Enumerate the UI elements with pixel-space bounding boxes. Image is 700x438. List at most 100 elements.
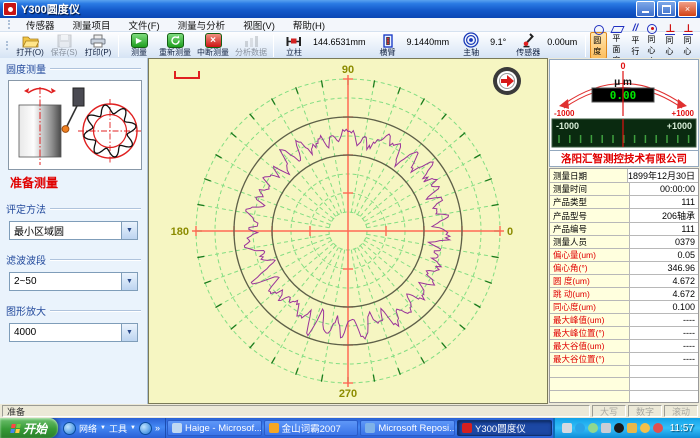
row-15-label bbox=[550, 366, 630, 377]
refresh-icon bbox=[167, 34, 184, 48]
windows-flag-icon bbox=[10, 424, 21, 433]
chevron-down-icon[interactable]: ▼ bbox=[130, 425, 136, 431]
app-icon bbox=[172, 423, 182, 433]
axis-3-icon-button[interactable]: 传感器 bbox=[511, 33, 545, 59]
dropdown-0[interactable]: 最小区域圆▼ bbox=[9, 221, 138, 240]
taskbar-task-1[interactable]: 金山词霸2007 bbox=[264, 420, 359, 436]
quick-launch-工具[interactable]: 工具 bbox=[109, 422, 127, 435]
row-14-label: 最大谷位置(°) bbox=[550, 353, 630, 365]
meter-arc-min: -1000 bbox=[554, 109, 575, 118]
table-row-14: 最大谷位置(°)---- bbox=[550, 353, 698, 366]
axis-2-icon-button[interactable]: 主轴 bbox=[454, 33, 488, 59]
row-4-value: 111 bbox=[630, 223, 698, 235]
table-row-12: 最大峰位置(°)---- bbox=[550, 327, 698, 340]
polar-grid-tick bbox=[215, 155, 221, 159]
qq2-icon[interactable] bbox=[640, 423, 650, 433]
pen-icon[interactable] bbox=[627, 423, 637, 433]
row-13-label: 最大谷值(um) bbox=[550, 340, 630, 352]
msn-icon[interactable] bbox=[575, 423, 585, 433]
ie-icon[interactable] bbox=[63, 422, 76, 435]
row-8-label: 圆 度(um) bbox=[550, 275, 630, 287]
volume-icon[interactable] bbox=[588, 423, 598, 433]
row-3-value: 206轴承 bbox=[630, 209, 698, 222]
printer-icon[interactable] bbox=[562, 423, 572, 433]
taskbar-task-2[interactable]: Microsoft Reposi... bbox=[360, 420, 455, 436]
dropdown-1-value: 2~50 bbox=[10, 276, 121, 287]
table-row-17 bbox=[550, 391, 698, 402]
qq-icon[interactable] bbox=[614, 423, 624, 433]
dropdown-1[interactable]: 2~50▼ bbox=[9, 272, 138, 291]
restore-button[interactable] bbox=[657, 1, 676, 17]
im-icon[interactable] bbox=[653, 423, 663, 433]
right-panel: 0 μ m 0.00 -1000 +1000 -1000 +1000 洛阳汇智测… bbox=[548, 58, 700, 404]
toolbar-separator bbox=[273, 35, 274, 57]
interrupt-button[interactable]: ×中断测量 bbox=[194, 33, 232, 59]
polar-grid-radial bbox=[367, 205, 498, 228]
sidebar-group-1: 滤波波段2~50▼ bbox=[6, 252, 141, 291]
table-row-15 bbox=[550, 366, 698, 378]
mode-button-5[interactable]: ⊥同心度 bbox=[680, 32, 696, 59]
parallel-icon: // bbox=[633, 23, 639, 35]
row-17-label bbox=[550, 391, 630, 402]
mode-button-4[interactable]: ⊥同心度 bbox=[662, 32, 678, 59]
group-title-2: 图形放大 bbox=[6, 303, 141, 318]
arm-icon bbox=[382, 34, 394, 48]
status-message: 准备 bbox=[2, 405, 590, 417]
minimize-button[interactable] bbox=[636, 1, 655, 17]
row-6-value: 0.05 bbox=[630, 249, 698, 261]
polar-grid-tick bbox=[321, 375, 322, 382]
measure-button[interactable]: ▶测量 bbox=[122, 33, 156, 59]
polar-chart-panel: 901800270 bbox=[148, 58, 548, 404]
play-icon: ▶ bbox=[131, 34, 148, 48]
toolbar-grip bbox=[6, 41, 8, 50]
menu-item-3[interactable]: 测量与分析 bbox=[169, 18, 235, 32]
analyze-button[interactable]: 分析数据 bbox=[232, 33, 270, 59]
print-button[interactable]: 打印(P) bbox=[81, 33, 115, 59]
save-button[interactable]: 保存(S) bbox=[47, 33, 81, 59]
menu-item-1[interactable]: 测量项目 bbox=[64, 18, 120, 32]
polar-grid-radial bbox=[363, 243, 465, 328]
chevron-down-icon[interactable]: ▼ bbox=[121, 222, 137, 239]
chevron-down-icon[interactable]: ▼ bbox=[121, 324, 137, 341]
table-row-9: 跳 动(um)4.672 bbox=[550, 288, 698, 301]
usb-icon[interactable] bbox=[601, 423, 611, 433]
mode-button-1[interactable]: 平面度 bbox=[609, 32, 626, 59]
close-button[interactable]: × bbox=[678, 1, 697, 17]
clock[interactable]: 11:57 bbox=[670, 423, 694, 434]
taskbar-task-3[interactable]: Y300圆度仪 bbox=[457, 420, 552, 436]
axis-1-icon-button[interactable]: 横臂 bbox=[371, 33, 405, 59]
remeasure-button[interactable]: 重新测量 bbox=[156, 33, 194, 59]
taskbar-task-0[interactable]: Haige - Microsof... bbox=[167, 420, 262, 436]
row-2-label: 产品类型 bbox=[550, 196, 630, 208]
axis-readout-3: 传感器0.00um bbox=[511, 33, 582, 59]
polar-grid-radial bbox=[367, 234, 498, 257]
polar-grid-radial bbox=[250, 115, 335, 217]
mode-button-2[interactable]: //平行度 bbox=[628, 32, 642, 59]
menu-item-0[interactable]: 传感器 bbox=[17, 18, 64, 32]
mode-button-3[interactable]: 同心度 bbox=[644, 32, 660, 59]
dropdown-2-value: 4000 bbox=[10, 327, 121, 338]
menu-item-5[interactable]: 帮助(H) bbox=[284, 18, 334, 32]
mode-button-0[interactable]: 圆度(U) bbox=[590, 32, 607, 59]
start-button[interactable]: 开始 bbox=[0, 418, 58, 438]
open-button[interactable]: 打开(O) bbox=[13, 33, 47, 59]
next-view-icon[interactable] bbox=[493, 67, 521, 95]
polar-grid-tick bbox=[460, 133, 465, 137]
dropdown-2[interactable]: 4000▼ bbox=[9, 323, 138, 342]
main-area: 圆度测量 准备测量 评定方法最小区域圆▼滤波波段2~50▼图 bbox=[0, 58, 700, 404]
row-5-label: 测量人员 bbox=[550, 236, 630, 248]
menu-item-2[interactable]: 文件(F) bbox=[120, 18, 169, 32]
axis-0-icon-button[interactable]: 立柱 bbox=[277, 33, 311, 59]
browser-icon[interactable] bbox=[139, 422, 152, 435]
menu-item-4[interactable]: 视图(V) bbox=[234, 18, 284, 32]
scale-bracket-icon bbox=[175, 71, 199, 78]
quick-launch-overflow[interactable]: » bbox=[155, 423, 160, 433]
polar-grid-tick bbox=[296, 87, 298, 94]
chevron-down-icon[interactable]: ▼ bbox=[121, 273, 137, 290]
quick-launch-网络[interactable]: 网络 bbox=[79, 422, 97, 435]
table-row-8: 圆 度(um)4.672 bbox=[550, 275, 698, 288]
polar-grid-tick bbox=[231, 133, 236, 137]
chevron-down-icon[interactable]: ▼ bbox=[100, 425, 106, 431]
polar-grid-radial bbox=[198, 205, 329, 228]
polar-grid-radial bbox=[363, 133, 465, 218]
